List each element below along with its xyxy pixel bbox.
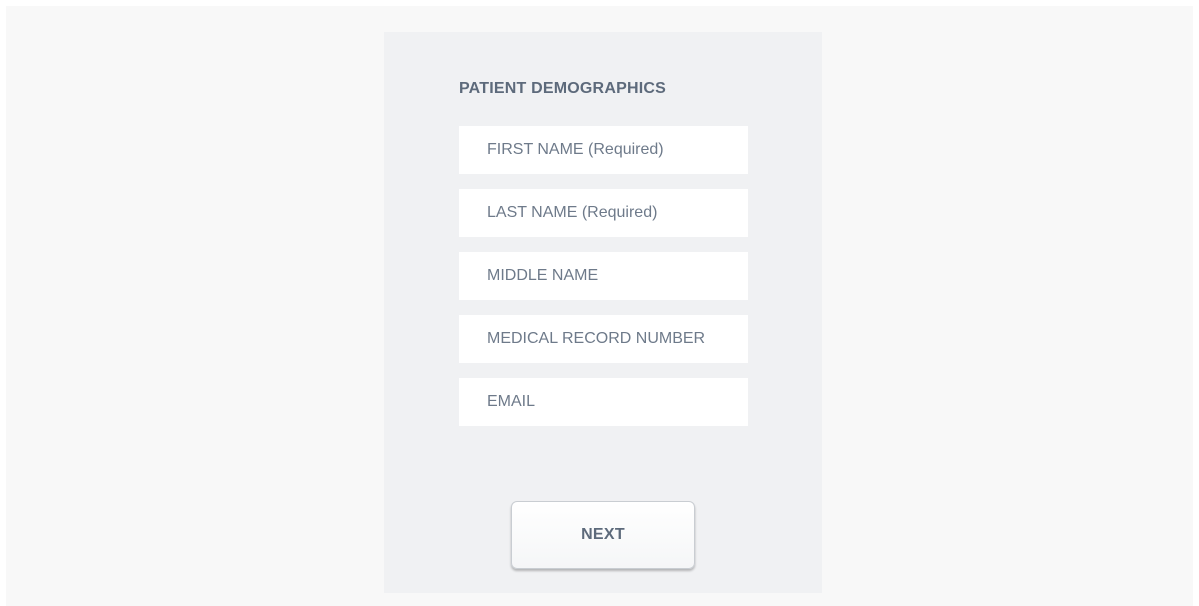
- last-name-field[interactable]: [459, 189, 748, 237]
- email-field[interactable]: [459, 378, 748, 426]
- page-background: PATIENT DEMOGRAPHICS NEXT: [6, 6, 1193, 606]
- first-name-field[interactable]: [459, 126, 748, 174]
- middle-name-field[interactable]: [459, 252, 748, 300]
- medical-record-number-field[interactable]: [459, 315, 748, 363]
- section-title: PATIENT DEMOGRAPHICS: [459, 80, 666, 97]
- next-button[interactable]: NEXT: [511, 501, 695, 569]
- patient-demographics-panel: PATIENT DEMOGRAPHICS NEXT: [384, 32, 822, 593]
